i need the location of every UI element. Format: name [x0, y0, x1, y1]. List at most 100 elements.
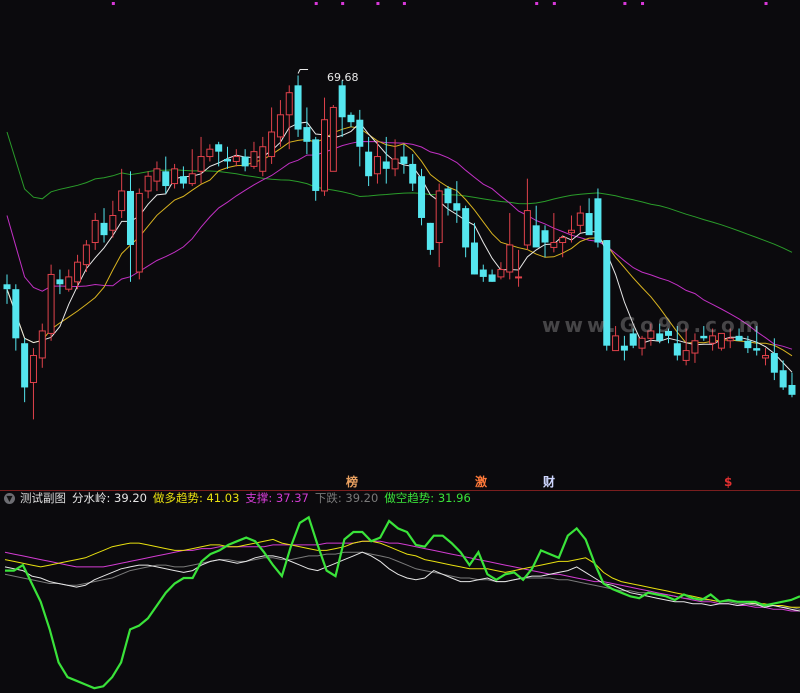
candle-body [409, 163, 417, 184]
event-tag-bang[interactable]: 榜 [345, 475, 359, 489]
candle-body [612, 335, 620, 352]
legend-item-fenshuiling: 分水岭: 39.20 [72, 491, 147, 505]
event-tag-ji[interactable]: 激 [474, 475, 488, 489]
sub-panel-legend: ▼ 测试副图 分水岭: 39.20 做多趋势: 41.03 支撑: 37.37 … [4, 490, 477, 506]
legend-item-decline: 下跌: 39.20 [314, 491, 379, 505]
event-tag-cai[interactable]: 财 [542, 475, 556, 489]
chart-canvas[interactable] [0, 0, 800, 693]
candle-body [576, 212, 584, 226]
top-marker-dot [111, 2, 115, 5]
candle-body [382, 161, 390, 169]
candle-body [691, 340, 699, 354]
candle-body [56, 279, 64, 285]
candle-body [506, 244, 514, 273]
watermark: www.Go9o.com [542, 313, 764, 337]
candle-body [744, 340, 752, 349]
stock-chart-window: 69.68 www.Go9o.com 榜 激 财 $ ▼ 测试副图 分水岭: 3… [0, 0, 800, 693]
candle-body [462, 208, 470, 248]
top-marker-dot [314, 2, 318, 5]
top-marker-dot [535, 2, 539, 5]
candle-body [567, 229, 575, 234]
candle-body [541, 230, 549, 243]
candle-body [338, 85, 346, 118]
legend-item-support: 支撑: 37.37 [245, 491, 309, 505]
candle-body [532, 225, 540, 248]
candle-body [329, 106, 337, 172]
chevron-down-icon[interactable]: ▼ [4, 492, 15, 504]
candle-body [259, 146, 267, 172]
candle-body [171, 168, 179, 185]
candle-body [770, 353, 778, 373]
candle-body [241, 156, 249, 167]
legend-item-long-trend: 做多趋势: 41.03 [152, 491, 240, 505]
candle-body [682, 350, 690, 361]
candle-body [488, 274, 496, 282]
candle-body [762, 355, 770, 359]
candle-body [206, 148, 214, 158]
candle-body [444, 188, 452, 204]
high-price-label: 69.68 [327, 71, 359, 84]
candle-body [620, 345, 628, 351]
candle-body [38, 330, 46, 359]
candle-body [65, 276, 73, 290]
candle-body [515, 276, 523, 279]
sub-panel-title: 测试副图 [20, 491, 66, 505]
candle-body [188, 173, 196, 185]
candle-body [276, 114, 284, 138]
indicator-line-short-trend [5, 515, 800, 690]
candle-body [144, 175, 152, 192]
candle-body [224, 159, 231, 162]
candle-body [135, 192, 143, 273]
candle-body [215, 144, 223, 152]
candle-body [470, 242, 478, 275]
candle-body [726, 337, 734, 342]
candle-body [453, 203, 461, 211]
candle-body [418, 176, 426, 218]
candle-body [82, 244, 90, 266]
indicator-line-decline [4, 551, 800, 610]
candle-body [74, 261, 82, 283]
candle-body [779, 370, 787, 388]
candle-body [523, 210, 531, 246]
candle-body [303, 127, 311, 142]
candle-body [91, 219, 99, 244]
candle-body [12, 289, 20, 339]
candle-body [497, 269, 505, 278]
candle-body [673, 343, 681, 356]
candle-body [435, 190, 443, 244]
high-marker-line [297, 69, 309, 74]
candle-body [559, 237, 567, 244]
candle-body [100, 222, 108, 236]
candle-body [179, 176, 187, 184]
candle-body [126, 190, 134, 245]
top-marker-dot [764, 2, 768, 5]
candle-body [250, 151, 258, 167]
candle-body [197, 156, 205, 172]
top-marker-dot [376, 2, 380, 5]
candle-body [373, 156, 381, 175]
candle-body [479, 269, 487, 277]
candle-body [109, 215, 117, 231]
candle-body [162, 171, 170, 187]
candle-body [365, 151, 373, 177]
candle-body [347, 114, 355, 123]
candle-body [391, 158, 399, 170]
candle-body [753, 348, 761, 351]
candle-body [3, 284, 11, 290]
candle-body [550, 242, 558, 248]
candle-body [426, 222, 434, 250]
indicator-line-fenshuiling [4, 551, 800, 612]
candle-body [788, 384, 796, 395]
candle-body [47, 273, 55, 334]
top-marker-dot [341, 2, 345, 5]
top-marker-dot [552, 2, 556, 5]
candle-body [400, 156, 408, 164]
candle-body [321, 119, 329, 192]
candle-body [638, 337, 646, 349]
candle-body [594, 198, 602, 243]
event-tag-dollar[interactable]: $ [723, 475, 733, 489]
candle-body [294, 85, 302, 130]
candle-body [585, 213, 593, 236]
candle-body [268, 131, 276, 158]
legend-item-short-trend: 做空趋势: 31.96 [384, 491, 471, 505]
